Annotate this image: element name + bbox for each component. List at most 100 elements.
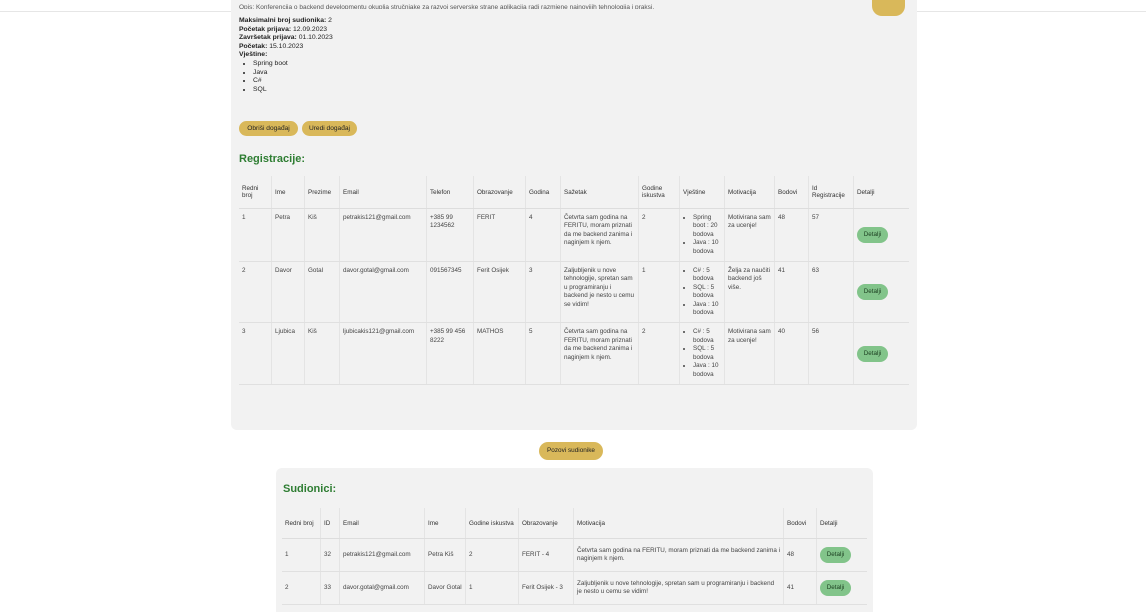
skill-points: Java : 10 bodova: [693, 301, 721, 318]
cell-experience: 2: [465, 538, 519, 572]
cell-details: Detalji: [853, 261, 909, 324]
cell-details: Detalji: [853, 322, 909, 385]
cell-registration-id: 56: [808, 322, 854, 385]
cell-phone: +385 99 456 8222: [426, 322, 474, 385]
column-header: Telefon: [426, 176, 474, 209]
details-button[interactable]: Detalji: [820, 547, 851, 563]
column-header: Motivacija: [724, 176, 775, 209]
column-header: Godine iskustva: [465, 508, 519, 539]
column-header: Detalji: [853, 176, 909, 209]
participants-table: Redni broj ID Email Ime Godine iskustva …: [282, 508, 867, 605]
cell-motivation: Četvrta sam godina na FERITU, moram priz…: [573, 538, 784, 572]
participants-heading: Sudionici:: [283, 483, 337, 495]
skill-points: SQL : 5 bodova: [693, 345, 721, 362]
cell-registration-id: 63: [808, 261, 854, 324]
cell-phone: 091567345: [426, 261, 474, 324]
cell-points: 48: [783, 538, 817, 572]
details-button[interactable]: Detalji: [857, 345, 888, 362]
skills-list: Spring boot Java C# SQL: [239, 60, 333, 94]
column-header: Redni broj: [282, 508, 321, 539]
table-row: 2 Davor Gotal davor.gotal@gmail.com 0915…: [239, 261, 909, 324]
column-header: Id Registracije: [808, 176, 854, 209]
cell-number: 1: [239, 208, 272, 263]
cell-details: Detalji: [816, 571, 867, 605]
cell-first-name: Ljubica: [271, 322, 305, 385]
cell-last-name: Kiš: [304, 208, 340, 263]
cell-number: 2: [282, 571, 321, 605]
invite-participants-button[interactable]: Pozovi sudionike: [539, 442, 603, 460]
edit-event-button[interactable]: Uredi događaj: [302, 121, 357, 136]
cell-education: Ferit Osijek - 3: [518, 571, 574, 605]
details-button[interactable]: Detalji: [820, 580, 851, 596]
cell-id: 33: [320, 571, 340, 605]
table-row: 2 33 davor.gotal@gmail.com Davor Gotal 1…: [282, 571, 867, 605]
cell-phone: +385 99 1234562: [426, 208, 474, 263]
cell-education: FERIT: [473, 208, 526, 263]
max-participants: Maksimalni broj sudionika: 2: [239, 17, 332, 24]
column-header: Ime: [424, 508, 466, 539]
cell-summary: Zaljubljenik u nove tehnologije, spretan…: [560, 261, 639, 324]
cell-summary: Četvrta sam godina na FERITU, moram priz…: [560, 322, 639, 385]
event-description: Opis: Konferencija o backend development…: [239, 4, 655, 9]
cell-email: davor.gotal@gmail.com: [339, 261, 427, 324]
cell-details: Detalji: [816, 538, 867, 572]
cell-number: 2: [239, 261, 272, 324]
top-action-button[interactable]: [872, 0, 905, 16]
skill-points: C# : 5 bodova: [693, 267, 721, 284]
registrations-table: Redni broj Ime Prezime Email Telefon Obr…: [239, 176, 909, 385]
table-row: 1 Petra Kiš petrakis121@gmail.com +385 9…: [239, 208, 909, 263]
cell-points: 41: [783, 571, 817, 605]
skill-points: Java : 10 bodova: [693, 362, 721, 379]
cell-details: Detalji: [853, 208, 909, 263]
column-header: Prezime: [304, 176, 340, 209]
skill-points: C# : 5 bodova: [693, 328, 721, 345]
column-header: Detalji: [816, 508, 867, 539]
cell-points: 40: [774, 322, 809, 385]
delete-event-button[interactable]: Obriši događaj: [239, 121, 298, 136]
cell-motivation: Zaljubljenik u nove tehnologije, spretan…: [573, 571, 784, 605]
cell-number: 1: [282, 538, 321, 572]
table-header-row: Redni broj ID Email Ime Godine iskustva …: [282, 508, 867, 539]
cell-registration-id: 57: [808, 208, 854, 263]
column-header: Bodovi: [774, 176, 809, 209]
column-header: Vještine: [679, 176, 725, 209]
cell-motivation: Motivirana sam za ucenje!: [724, 208, 775, 263]
cell-year: 5: [525, 322, 561, 385]
registration-end: Završetak prijava: 01.10.2023: [239, 34, 333, 42]
cell-education: Ferit Osijek: [473, 261, 526, 324]
cell-education: FERIT - 4: [518, 538, 574, 572]
details-button[interactable]: Detalji: [857, 284, 888, 301]
column-header: Email: [339, 508, 425, 539]
cell-email: davor.gotal@gmail.com: [339, 571, 425, 605]
cell-summary: Četvrta sam godina na FERITU, moram priz…: [560, 208, 639, 263]
cell-year: 3: [525, 261, 561, 324]
participants-card: Sudionici: Redni broj ID Email Ime Godin…: [276, 468, 873, 612]
cell-name: Petra Kiš: [424, 538, 466, 572]
cell-last-name: Gotal: [304, 261, 340, 324]
column-header: Email: [339, 176, 427, 209]
skill-points: Spring boot : 20 bodova: [693, 214, 721, 239]
column-header: Obrazovanje: [518, 508, 574, 539]
table-row: 1 32 petrakis121@gmail.com Petra Kiš 2 F…: [282, 538, 867, 572]
column-header: Obrazovanje: [473, 176, 526, 209]
column-header: Sažetak: [560, 176, 639, 209]
column-header: Redni broj: [239, 176, 272, 209]
skill-item: Java: [253, 69, 333, 78]
registrations-heading: Registracije:: [239, 153, 306, 165]
cell-points: 41: [774, 261, 809, 324]
cell-last-name: Kiš: [304, 322, 340, 385]
column-header: Godina: [525, 176, 561, 209]
cell-year: 4: [525, 208, 561, 263]
event-info: Maksimalni broj sudionika: 2 Početak pri…: [239, 17, 333, 94]
cell-experience: 2: [638, 322, 680, 385]
skill-item: C#: [253, 77, 333, 86]
column-header: Godine iskustva: [638, 176, 680, 209]
details-button[interactable]: Detalji: [857, 227, 888, 244]
cell-skills: C# : 5 bodova SQL : 5 bodova Java : 10 b…: [679, 261, 725, 324]
registration-start: Početak prijava: 12.09.2023: [239, 25, 328, 33]
skill-item: Spring boot: [253, 60, 333, 69]
cell-education: MATHOS: [473, 322, 526, 385]
column-header: Motivacija: [573, 508, 784, 539]
cell-experience: 2: [638, 208, 680, 263]
skill-points: Java : 10 bodova: [693, 239, 721, 256]
